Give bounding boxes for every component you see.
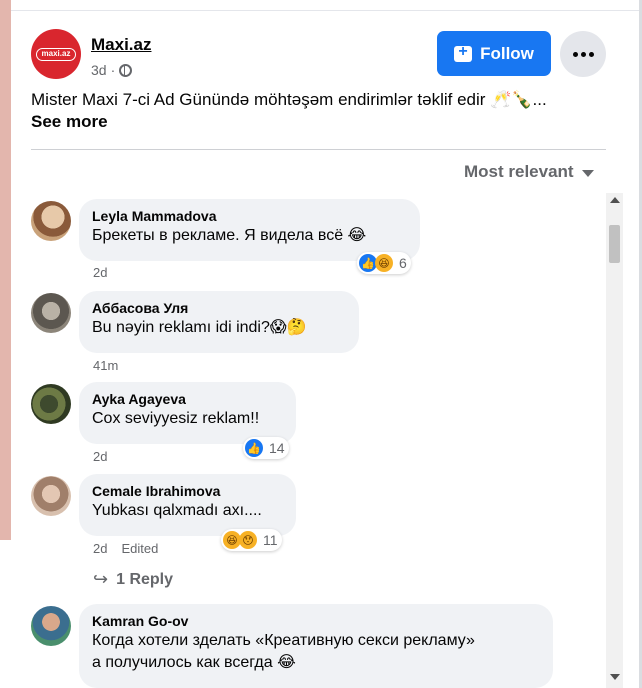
comment-text: Yubkası qalxmadı axı....: [92, 502, 262, 519]
scroll-up-arrow-icon[interactable]: [610, 197, 620, 203]
comment-meta: 2d: [93, 265, 107, 280]
comment-text: Брекеты в рекламе. Я видела всё 😂: [92, 227, 367, 244]
comment-meta: 41m: [93, 358, 118, 373]
edited-label: Edited: [121, 541, 159, 556]
reaction-count: 6: [399, 255, 407, 271]
comment-sort-dropdown[interactable]: Most relevant: [464, 162, 594, 182]
avatar[interactable]: [31, 293, 71, 333]
comment-author[interactable]: Ayka Agayeva: [92, 390, 283, 408]
like-reaction-icon: 👍: [245, 439, 263, 457]
more-options-button[interactable]: [560, 31, 606, 77]
view-replies-link[interactable]: ↪ 1 Reply: [93, 569, 173, 590]
comment-bubble: Cemale Ibrahimova Yubkası qalxmadı axı..…: [79, 474, 296, 536]
left-edge-strip: [0, 0, 11, 540]
more-horizontal-icon: [572, 51, 578, 57]
reply-arrow-icon: ↪: [93, 569, 109, 589]
comment-text: Cox seviyyesiz reklam!!: [92, 410, 260, 427]
post-meta: 3d ·: [91, 62, 133, 78]
top-divider: [11, 10, 642, 11]
meta-separator: ·: [110, 62, 116, 78]
comment-time[interactable]: 2d: [93, 449, 107, 464]
scrollbar[interactable]: [606, 193, 623, 688]
more-dot: [588, 51, 594, 57]
reaction-summary[interactable]: 😆 😯 11: [221, 529, 282, 551]
comment-time[interactable]: 2d: [93, 265, 107, 280]
reaction-count: 11: [263, 532, 278, 548]
comment-text: Bu nəyin reklamı idi indi?😱🤔: [92, 319, 307, 336]
post-time[interactable]: 3d: [91, 62, 107, 78]
comment-meta: 2d Edited: [93, 541, 158, 556]
comment-text-line: а получилось как всегда 😂: [92, 654, 296, 671]
comment-author[interactable]: Kamran Go-ov: [92, 612, 540, 630]
comment-author[interactable]: Аббасова Уля: [92, 299, 346, 317]
avatar[interactable]: [31, 606, 71, 646]
comment-time[interactable]: 41m: [93, 358, 118, 373]
wow-reaction-icon: 😯: [239, 531, 257, 549]
page-name-link[interactable]: Maxi.az: [91, 35, 151, 55]
caret-down-icon: [581, 169, 594, 177]
follow-label: Follow: [480, 43, 534, 63]
page-avatar[interactable]: maxi.az: [31, 29, 81, 79]
comment-time[interactable]: 2d: [93, 541, 107, 556]
haha-reaction-icon: 😆: [375, 254, 393, 272]
sort-label: Most relevant: [464, 162, 574, 181]
comment-author[interactable]: Leyla Mammadova: [92, 207, 407, 225]
avatar[interactable]: [31, 201, 71, 241]
comment-bubble: Ayka Agayeva Cox seviyyesiz reklam!!: [79, 382, 296, 444]
scroll-thumb[interactable]: [609, 225, 620, 263]
follow-plus-icon: [454, 43, 473, 62]
scroll-down-arrow-icon[interactable]: [610, 674, 620, 680]
more-dot: [580, 51, 586, 57]
maxi-logo: maxi.az: [36, 48, 76, 61]
post-text: Mister Maxi 7-ci Ad Günündə möhtəşəm end…: [31, 90, 547, 109]
globe-icon[interactable]: [119, 63, 133, 77]
post-divider: [31, 149, 606, 150]
reaction-count: 14: [269, 440, 285, 456]
reaction-summary[interactable]: 👍 😆 6: [357, 252, 411, 274]
avatar[interactable]: [31, 384, 71, 424]
follow-button[interactable]: Follow: [437, 31, 551, 76]
comment-bubble: Kamran Go-ov Когда хотели зделать «Креат…: [79, 604, 553, 688]
reaction-summary[interactable]: 👍 14: [243, 437, 289, 459]
comment-bubble: Аббасова Уля Bu nəyin reklamı idi indi?😱…: [79, 291, 359, 353]
comment-text-line: Когда хотели зделать «Креативную секси р…: [92, 632, 475, 649]
comment-author[interactable]: Cemale Ibrahimova: [92, 482, 283, 500]
reply-count-label: 1 Reply: [116, 570, 174, 588]
see-more-link[interactable]: See more: [31, 112, 108, 132]
avatar[interactable]: [31, 476, 71, 516]
comment-meta: 2d: [93, 449, 107, 464]
